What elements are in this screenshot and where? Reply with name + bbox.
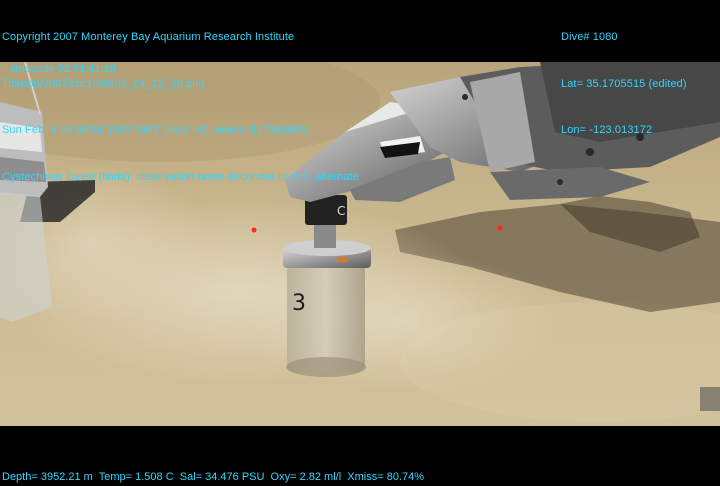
video-frame: 3 C Copyright 2007 Monterey Bay Aquarium… <box>0 0 720 486</box>
latitude-text: Lat= 35.1705515 (edited) <box>561 77 687 90</box>
overlay-left: Copyright 2007 Monterey Bay Aquarium Res… <box>2 0 359 216</box>
longitude-text: Lon= -123.013172 <box>561 124 653 136</box>
file-path-text: Tiburon/2007/tibr1080/03_24_12_28.png <box>2 77 205 90</box>
annotation-text: Cystechinus loveni (linda): observation … <box>2 170 360 183</box>
dive-text: Dive# 1080 <box>561 31 618 43</box>
telemetry-text: Depth= 3952.21 m Temp= 1.508 C Sal= 34.4… <box>2 471 425 483</box>
datetime-text: Sun Feb 4 19:40:51 2007 GMT (local +8) e… <box>2 124 313 136</box>
copyright-text: Copyright 2007 Monterey Bay Aquarium Res… <box>2 31 295 43</box>
laser-dot-left <box>251 227 257 233</box>
timecode-text: timecode 02:51:41:18 <box>10 63 116 75</box>
laser-dot-right <box>497 225 503 231</box>
jar-number: 3 <box>292 291 306 316</box>
overlay-right: Dive# 1080 Lat= 35.1705515 (edited) Lon=… <box>561 0 687 170</box>
